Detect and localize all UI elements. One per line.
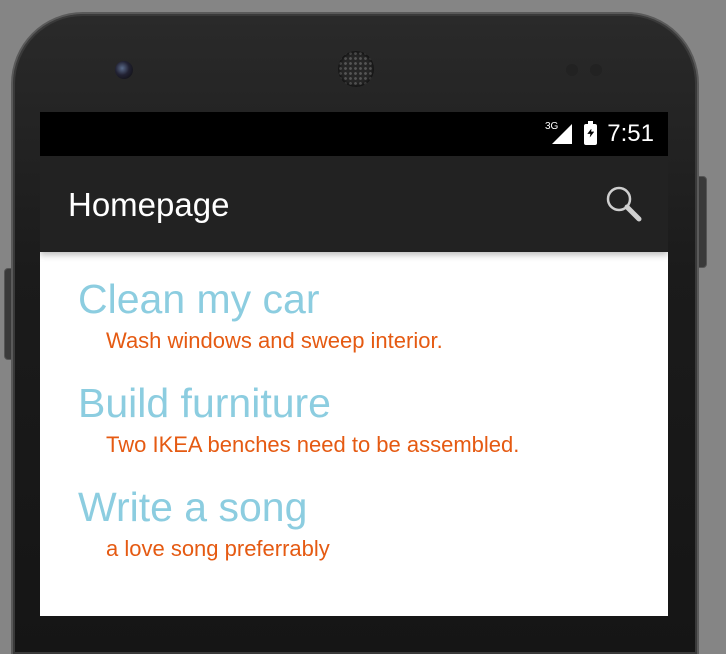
action-bar: Homepage [40, 156, 668, 252]
task-title: Clean my car [78, 276, 320, 322]
task-description: Two IKEA benches need to be assembled. [106, 432, 520, 457]
task-title: Build furniture [78, 380, 331, 426]
page-title: Homepage [68, 186, 230, 223]
task-list-item[interactable]: Build furniture Two IKEA benches need to… [40, 376, 668, 460]
earpiece-speaker [338, 51, 374, 87]
search-button[interactable] [602, 182, 646, 226]
battery-charging-icon [584, 120, 598, 145]
task-description: Wash windows and sweep interior. [106, 328, 443, 353]
status-clock: 7:51 [607, 120, 654, 147]
signal-icon [552, 124, 573, 144]
task-list-item[interactable]: Clean my car Wash windows and sweep inte… [40, 272, 668, 356]
light-sensor [590, 64, 602, 76]
search-icon [606, 186, 642, 222]
front-camera [115, 61, 133, 79]
status-bar: 3G 7:51 [40, 112, 668, 156]
task-description: a love song preferrably [106, 536, 330, 561]
task-list: Clean my car Wash windows and sweep inte… [40, 252, 668, 564]
task-title: Write a song [78, 484, 308, 530]
app-screen: 3G 7:51 Homepage Clean my car Wash windo… [40, 112, 668, 616]
task-list-item[interactable]: Write a song a love song preferrably [40, 480, 668, 564]
proximity-sensor [566, 64, 578, 76]
